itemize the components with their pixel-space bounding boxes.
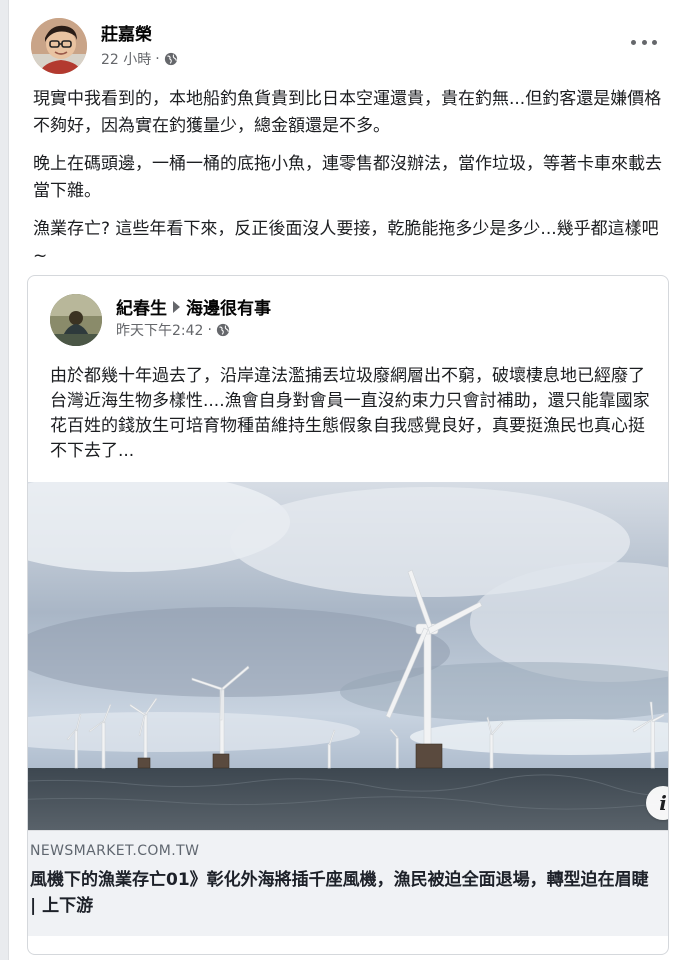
post-time[interactable]: 22 小時 xyxy=(101,49,151,69)
post-meta: 22 小時 · xyxy=(101,49,178,69)
post-header: 莊嘉榮 22 小時 · xyxy=(31,16,671,76)
meta-separator: · xyxy=(155,51,160,67)
shared-post[interactable]: 紀春生 海邊很有事 昨天下午2:42 · 由於都幾十年過去了，沿岸違法濫捕丟垃圾… xyxy=(27,275,669,955)
post-body: 現實中我看到的，本地船釣魚貨貴到比日本空運還貴，貴在釣無...但釣客還是嫌價格不… xyxy=(33,86,665,281)
post-paragraph: 漁業存亡? 這些年看下來，反正後面沒人要接，乾脆能拖多少是多少...幾乎都這樣吧… xyxy=(33,219,659,266)
globe-icon[interactable] xyxy=(216,323,230,337)
author-avatar[interactable] xyxy=(31,18,87,74)
shared-post-time[interactable]: 昨天下午2:42 xyxy=(116,320,203,340)
shared-avatar-photo xyxy=(50,294,102,346)
shared-author-avatar[interactable] xyxy=(50,294,102,346)
post-paragraph: 晚上在碼頭邊，一桶一桶的底拖小魚，連零售都沒辦法，當作垃圾，等著卡車來載去當下雜… xyxy=(33,154,662,201)
avatar-photo xyxy=(31,18,87,74)
link-preview-image[interactable]: i xyxy=(28,482,668,830)
link-preview-meta[interactable]: NEWSMARKET.COM.TW 風機下的漁業存亡01》彰化外海將插千座風機，… xyxy=(28,830,668,936)
post-paragraph: 現實中我看到的，本地船釣魚貨貴到比日本空運還貴，貴在釣無...但釣客還是嫌價格不… xyxy=(33,89,662,136)
more-dot xyxy=(631,39,636,45)
globe-icon[interactable] xyxy=(164,52,178,66)
shared-post-meta: 昨天下午2:42 · xyxy=(116,320,230,340)
shared-group-name[interactable]: 海邊很有事 xyxy=(186,294,271,319)
shared-post-body: 由於都幾十年過去了，沿岸違法濫捕丟垃圾廢網層出不窮，破壞棲息地已經廢了台灣近海生… xyxy=(50,366,650,461)
shared-author-line: 紀春生 海邊很有事 xyxy=(116,294,271,319)
more-dot xyxy=(652,39,657,45)
caret-right-icon xyxy=(173,300,180,313)
shared-author-name[interactable]: 紀春生 xyxy=(116,294,167,319)
more-dot xyxy=(641,39,647,45)
post-card: 莊嘉榮 22 小時 · 現實中我看到的，本地船釣魚貨貴到比日本空運還貴，貴在釣無… xyxy=(8,0,682,960)
meta-separator: · xyxy=(207,322,212,338)
link-title[interactable]: 風機下的漁業存亡01》彰化外海將插千座風機，漁民被迫全面退場，轉型迫在眉睫 | … xyxy=(30,867,650,919)
more-options-icon[interactable] xyxy=(631,34,657,50)
wind-turbines-photo xyxy=(28,482,668,830)
author-name[interactable]: 莊嘉榮 xyxy=(101,20,152,45)
link-domain: NEWSMARKET.COM.TW xyxy=(30,843,200,859)
